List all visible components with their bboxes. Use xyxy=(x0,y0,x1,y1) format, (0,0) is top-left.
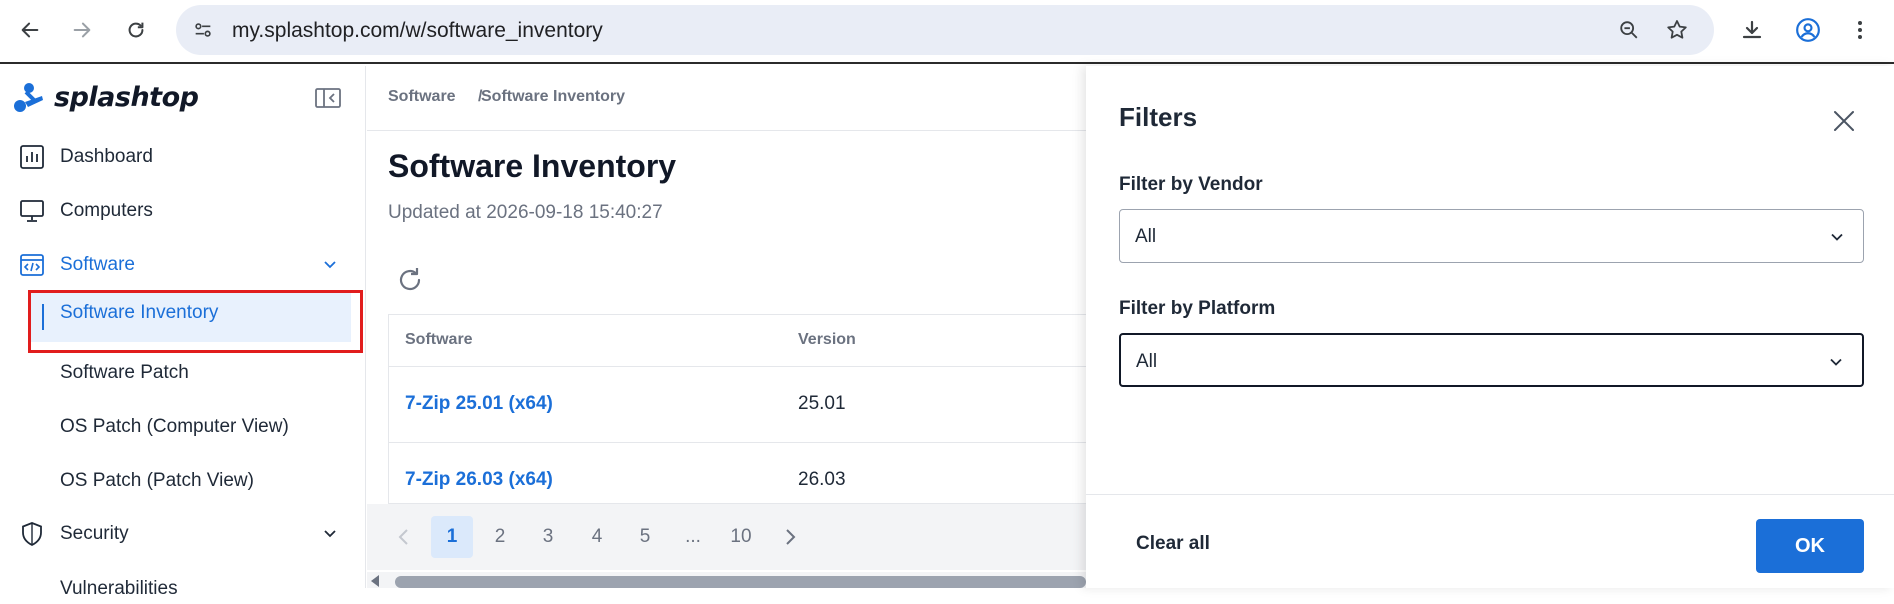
forward-icon[interactable] xyxy=(68,16,96,44)
page-button-5[interactable]: 5 xyxy=(624,516,666,558)
page-button-1[interactable]: 1 xyxy=(431,516,473,558)
table-row[interactable]: 7-Zip 25.01 (x64) 25.01 xyxy=(389,367,1086,443)
sidebar-item-vulnerabilities[interactable]: Vulnerabilities xyxy=(60,574,178,604)
back-icon[interactable] xyxy=(16,16,44,44)
filters-title: Filters xyxy=(1119,102,1198,132)
nav-item-security[interactable]: Security xyxy=(18,514,129,554)
main-content: Software / Software Inventory Software I… xyxy=(367,66,1086,588)
page-ellipsis[interactable]: ... xyxy=(672,516,714,558)
page-title: Software Inventory xyxy=(388,148,677,184)
highlight-box xyxy=(28,290,363,353)
download-icon[interactable] xyxy=(1738,16,1766,44)
vendor-filter-value: All xyxy=(1135,226,1157,247)
site-info-icon[interactable] xyxy=(190,17,216,43)
breadcrumb: Software / Software Inventory xyxy=(367,66,1086,131)
nav-label-software: Software xyxy=(60,254,135,275)
nav-item-computers[interactable]: Computers xyxy=(18,191,153,231)
nav-label-security: Security xyxy=(60,523,129,544)
profile-icon[interactable] xyxy=(1794,16,1822,44)
splashtop-logo[interactable]: splashtop xyxy=(12,80,199,114)
filters-panel: Filters Filter by Vendor All Filter by P… xyxy=(1086,66,1894,588)
page-button-10[interactable]: 10 xyxy=(720,516,762,558)
nav-label-computers: Computers xyxy=(60,200,153,221)
reload-icon[interactable] xyxy=(122,16,150,44)
bookmark-star-icon[interactable] xyxy=(1664,17,1690,43)
ok-button[interactable]: OK xyxy=(1756,519,1864,573)
collapse-sidebar-icon[interactable] xyxy=(314,86,342,110)
chevron-down-icon[interactable] xyxy=(320,255,340,275)
scroll-left-icon[interactable] xyxy=(371,575,379,587)
zoom-icon[interactable] xyxy=(1616,17,1642,43)
platform-filter-label: Filter by Platform xyxy=(1119,298,1276,319)
chevron-down-icon xyxy=(1831,233,1843,241)
dashboard-icon xyxy=(18,143,46,171)
vendor-filter-label: Filter by Vendor xyxy=(1119,174,1263,195)
software-link[interactable]: 7-Zip 26.03 (x64) xyxy=(405,469,553,491)
filters-footer: Clear all OK xyxy=(1086,494,1894,588)
address-bar[interactable]: my.splashtop.com/w/software_inventory xyxy=(176,5,1714,55)
breadcrumb-current-text: Software Inventory xyxy=(481,88,626,105)
page-button-4[interactable]: 4 xyxy=(576,516,618,558)
updated-timestamp: Updated at 2026-09-18 15:40:27 xyxy=(388,202,663,223)
logo-text: splashtop xyxy=(54,81,199,113)
clear-all-button[interactable]: Clear all xyxy=(1136,533,1210,555)
prev-page-icon[interactable] xyxy=(383,516,425,558)
software-link[interactable]: 7-Zip 25.01 (x64) xyxy=(405,393,553,415)
pagination: 1 2 3 4 5 ... 10 xyxy=(367,504,1086,570)
version-cell: 25.01 xyxy=(798,393,846,414)
sidebar-item-os-patch-computer[interactable]: OS Patch (Computer View) xyxy=(60,412,289,442)
url-text[interactable]: my.splashtop.com/w/software_inventory xyxy=(232,19,603,43)
refresh-icon[interactable] xyxy=(395,265,425,295)
shield-icon xyxy=(18,520,46,548)
nav-item-dashboard[interactable]: Dashboard xyxy=(18,137,153,177)
monitor-icon xyxy=(18,197,46,225)
code-window-icon xyxy=(18,251,46,279)
chevron-down-icon xyxy=(1830,358,1842,366)
vendor-filter-select[interactable]: All xyxy=(1119,209,1864,263)
page-button-2[interactable]: 2 xyxy=(479,516,521,558)
horizontal-scrollbar[interactable] xyxy=(367,572,1086,588)
close-icon[interactable] xyxy=(1831,108,1857,134)
sidebar-item-software-patch[interactable]: Software Patch xyxy=(60,358,189,388)
software-table: Software Version 7-Zip 25.01 (x64) 25.01… xyxy=(388,314,1086,504)
chevron-down-icon[interactable] xyxy=(320,524,340,544)
nav-item-software[interactable]: Software xyxy=(18,245,135,285)
table-header: Software Version xyxy=(389,315,1086,367)
next-page-icon[interactable] xyxy=(769,516,811,558)
scrollbar-thumb[interactable] xyxy=(395,576,1086,588)
sidebar-item-os-patch-patch[interactable]: OS Patch (Patch View) xyxy=(60,466,254,496)
platform-filter-value: All xyxy=(1136,351,1158,372)
sidebar: splashtop Dashboard Computers Software S… xyxy=(0,66,366,599)
nav-label-dashboard: Dashboard xyxy=(60,146,153,167)
page-button-3[interactable]: 3 xyxy=(527,516,569,558)
breadcrumb-current: Software Inventory xyxy=(481,88,625,106)
version-cell: 26.03 xyxy=(798,469,846,490)
browser-toolbar: my.splashtop.com/w/software_inventory xyxy=(0,0,1894,64)
platform-filter-select[interactable]: All xyxy=(1119,333,1864,387)
splashtop-logo-icon xyxy=(14,83,43,112)
column-header-version[interactable]: Version xyxy=(798,331,856,349)
breadcrumb-parent[interactable]: Software xyxy=(388,88,456,106)
column-header-software[interactable]: Software xyxy=(405,331,473,349)
browser-menu-icon[interactable] xyxy=(1846,16,1874,44)
